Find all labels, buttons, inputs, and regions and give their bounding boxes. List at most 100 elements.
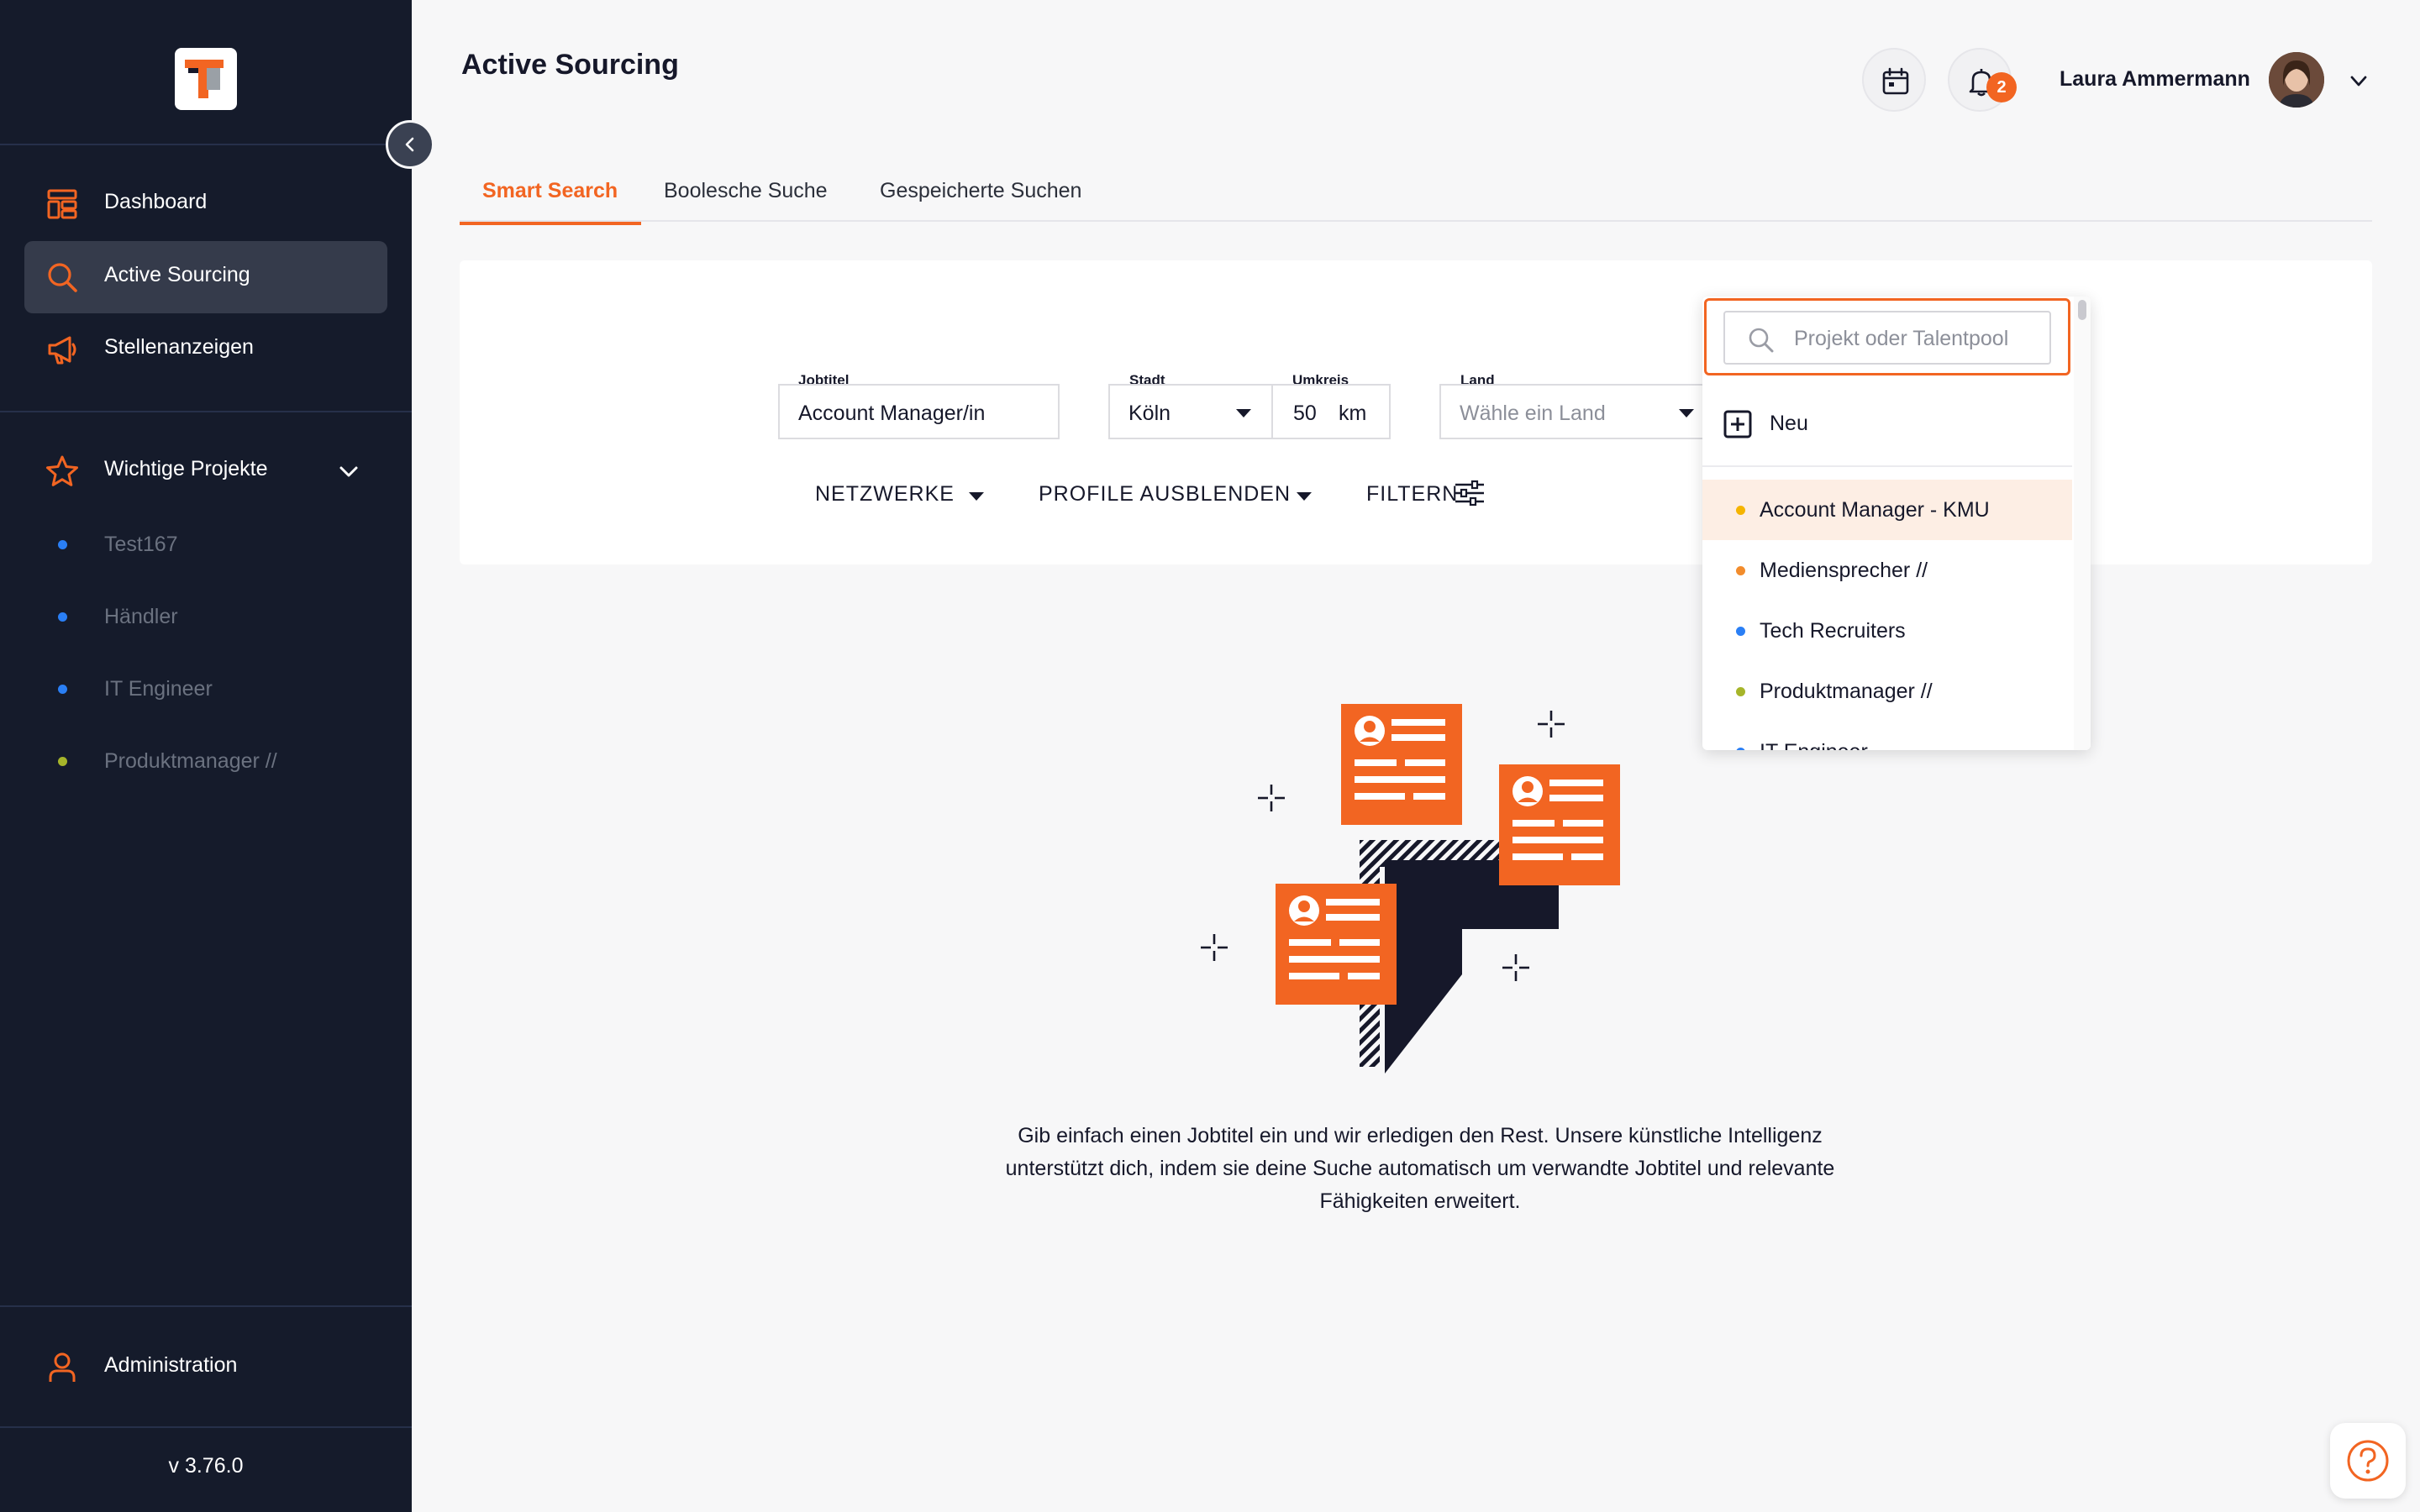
new-project-label: Neu xyxy=(1770,412,1808,435)
hide-profiles-button[interactable]: PROFILE AUSBLENDEN xyxy=(1039,482,1312,507)
sidebar-project-label: Händler xyxy=(104,605,178,628)
sidebar-divider xyxy=(0,144,412,145)
sliders-icon xyxy=(1455,480,1484,507)
dropdown-project-label: Account Manager - KMU xyxy=(1760,498,1990,522)
radius-input[interactable]: 50 km xyxy=(1271,384,1391,439)
sidebar-item-administration[interactable]: Administration xyxy=(24,1331,387,1404)
dropdown-project-item[interactable]: Account Manager - KMU xyxy=(1702,480,2072,540)
networks-label: NETZWERKE xyxy=(815,482,955,506)
radius-unit: km xyxy=(1339,402,1367,425)
star-icon xyxy=(46,455,78,486)
networks-button[interactable]: NETZWERKE xyxy=(815,482,984,507)
sidebar-project-item[interactable]: Produktmanager // xyxy=(0,736,412,786)
sidebar-divider xyxy=(0,411,412,412)
page-title: Active Sourcing xyxy=(461,49,679,81)
dropdown-project-label: Produktmanager // xyxy=(1760,680,1933,703)
tab-active-indicator xyxy=(460,222,641,225)
avatar[interactable] xyxy=(2269,52,2324,108)
notification-badge: 2 xyxy=(1986,72,2017,102)
caret-down-icon xyxy=(1297,492,1312,501)
help-icon xyxy=(2347,1440,2389,1482)
sidebar-project-item[interactable]: Test167 xyxy=(0,519,412,570)
sidebar-item-label: Stellenanzeigen xyxy=(104,335,254,359)
dropdown-project-item[interactable]: Tech Recruiters xyxy=(1702,601,2072,661)
filter-button[interactable]: FILTERN xyxy=(1366,480,1484,507)
dropdown-project-label: IT Engineer xyxy=(1760,740,1868,750)
dropdown-project-label: Tech Recruiters xyxy=(1760,619,1906,643)
sidebar-item-active-sourcing[interactable]: Active Sourcing xyxy=(24,241,387,313)
project-search-placeholder: Projekt oder Talentpool xyxy=(1794,327,2009,350)
scrollbar-thumb[interactable] xyxy=(2078,300,2086,320)
sidebar-divider xyxy=(0,1426,412,1428)
project-color-dot xyxy=(1736,627,1745,636)
sidebar-item-wichtige-projekte[interactable]: Wichtige Projekte xyxy=(24,435,387,507)
radius-value: 50 xyxy=(1293,402,1317,425)
project-color-dot xyxy=(1736,687,1745,696)
app-logo[interactable] xyxy=(175,48,237,110)
dropdown-scrollbar[interactable] xyxy=(2074,297,2091,750)
project-color-dot xyxy=(58,540,67,549)
project-search-wrapper: Projekt oder Talentpool xyxy=(1704,298,2070,375)
chevron-down-icon[interactable] xyxy=(336,459,361,485)
sidebar-project-label: Produktmanager // xyxy=(104,749,277,773)
project-color-dot xyxy=(58,757,67,766)
tab-label: Boolesche Suche xyxy=(664,179,828,202)
city-select[interactable]: Köln xyxy=(1108,384,1273,439)
project-search-input[interactable]: Projekt oder Talentpool xyxy=(1723,311,2051,365)
sidebar-project-item[interactable]: IT Engineer xyxy=(0,664,412,714)
project-color-dot xyxy=(58,612,67,622)
project-color-dot xyxy=(1736,566,1745,575)
caret-down-icon xyxy=(969,492,984,501)
sidebar-divider xyxy=(0,1305,412,1307)
jobtitle-value: Account Manager/in xyxy=(798,402,986,425)
sidebar-item-label: Active Sourcing xyxy=(104,263,250,286)
search-icon xyxy=(48,263,77,292)
sidebar-item-label: Wichtige Projekte xyxy=(104,457,268,480)
country-select[interactable]: Wähle ein Land xyxy=(1439,384,1708,439)
sidebar-project-label: IT Engineer xyxy=(104,677,213,701)
city-value: Köln xyxy=(1128,402,1171,425)
dropdown-divider xyxy=(1702,465,2072,467)
dropdown-project-item[interactable]: IT Engineer xyxy=(1702,722,2072,750)
dropdown-project-item[interactable]: Mediensprecher // xyxy=(1702,540,2072,601)
megaphone-icon xyxy=(48,336,76,365)
user-name[interactable]: Laura Ammermann xyxy=(2060,67,2250,92)
search-tabs: Smart Search Boolesche Suche Gespeichert… xyxy=(460,165,2372,225)
sidebar-item-stellenanzeigen[interactable]: Stellenanzeigen xyxy=(24,313,387,386)
sidebar-project-label: Test167 xyxy=(104,533,178,556)
sidebar-item-dashboard[interactable]: Dashboard xyxy=(24,168,387,240)
caret-down-icon xyxy=(1236,409,1251,417)
empty-state-description: Gib einfach einen Jobtitel ein und wir e… xyxy=(1005,1124,1835,1213)
new-project-button[interactable]: Neu xyxy=(1702,389,2072,456)
hide-profiles-label: PROFILE AUSBLENDEN xyxy=(1039,482,1292,506)
app-version: v 3.76.0 xyxy=(168,1454,244,1478)
project-color-dot xyxy=(1736,506,1745,515)
tab-label: Smart Search xyxy=(482,179,618,202)
tab-smart-search[interactable]: Smart Search xyxy=(460,171,641,225)
filter-label: FILTERN xyxy=(1366,482,1459,506)
jobtitle-input[interactable]: Account Manager/in xyxy=(778,384,1060,439)
calendar-icon xyxy=(1882,67,1909,95)
sidebar-item-label: Dashboard xyxy=(104,190,208,213)
help-button[interactable] xyxy=(2330,1423,2406,1499)
dropdown-project-item[interactable]: Produktmanager // xyxy=(1702,661,2072,722)
sidebar-item-label: Administration xyxy=(104,1353,238,1377)
plus-square-icon xyxy=(1723,410,1752,438)
empty-state-illustration xyxy=(1201,704,1620,1074)
dropdown-project-label: Mediensprecher // xyxy=(1760,559,1928,582)
layout-icon xyxy=(47,189,77,219)
calendar-button[interactable] xyxy=(1862,48,1926,112)
country-placeholder: Wähle ein Land xyxy=(1460,402,1606,425)
project-color-dot xyxy=(58,685,67,694)
caret-down-icon xyxy=(1679,409,1694,417)
chevron-left-icon xyxy=(405,137,414,152)
sidebar-project-item[interactable]: Händler xyxy=(0,591,412,642)
project-dropdown: Projekt oder Talentpool Neu Account Mana… xyxy=(1702,297,2091,750)
sidebar-collapse-button[interactable] xyxy=(386,120,434,169)
chevron-down-icon[interactable] xyxy=(2348,71,2370,92)
sidebar: Dashboard Active Sourcing Stellenanzeige… xyxy=(0,0,412,1512)
search-icon xyxy=(1749,328,1774,353)
tab-label: Gespeicherte Suchen xyxy=(880,179,1082,202)
user-icon xyxy=(49,1352,76,1382)
project-color-dot xyxy=(1736,748,1745,750)
